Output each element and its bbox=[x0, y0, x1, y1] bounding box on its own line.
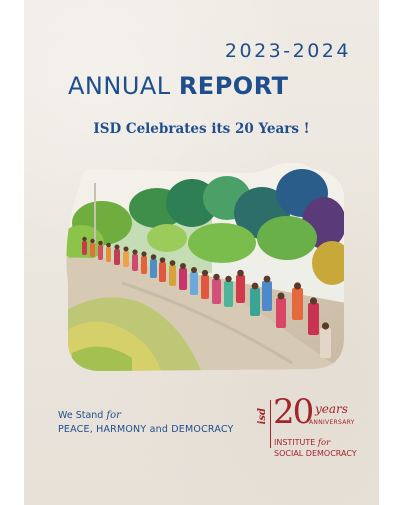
logo-institute: INSTITUTE bbox=[274, 438, 316, 447]
stand-line: We Stand for bbox=[58, 410, 234, 421]
mission-statement: We Stand for PEACE, HARMONY and DEMOCRAC… bbox=[58, 410, 234, 435]
cover-illustration bbox=[66, 163, 345, 372]
title-report: REPORT bbox=[178, 72, 289, 100]
logo-initials: isd bbox=[257, 408, 268, 425]
stand-prefix: We Stand bbox=[58, 410, 104, 421]
logo-anniversary: ANNIVERSARY bbox=[309, 419, 355, 426]
logo-years-word: years bbox=[315, 402, 348, 416]
report-cover: 2023-2024 ANNUAL REPORT ISD Celebrates i… bbox=[24, 0, 379, 505]
logo-institute-for: for bbox=[317, 438, 331, 448]
motto: PEACE, HARMONY and DEMOCRACY bbox=[58, 424, 234, 435]
logo-institute-line: INSTITUTE for bbox=[274, 438, 330, 448]
stand-for: for bbox=[106, 410, 121, 421]
report-years: 2023-2024 bbox=[224, 40, 351, 62]
logo-social-democracy: SOCIAL DEMOCRACY bbox=[274, 449, 357, 458]
isd-20-anniversary-logo: isd 20 years ANNIVERSARY INSTITUTE for S… bbox=[257, 392, 379, 468]
title-annual: ANNUAL bbox=[68, 72, 171, 100]
logo-divider bbox=[270, 400, 271, 448]
logo-number: 20 bbox=[273, 392, 314, 432]
cover-tagline: ISD Celebrates its 20 Years ! bbox=[93, 121, 310, 137]
report-title: ANNUAL REPORT bbox=[68, 72, 288, 100]
